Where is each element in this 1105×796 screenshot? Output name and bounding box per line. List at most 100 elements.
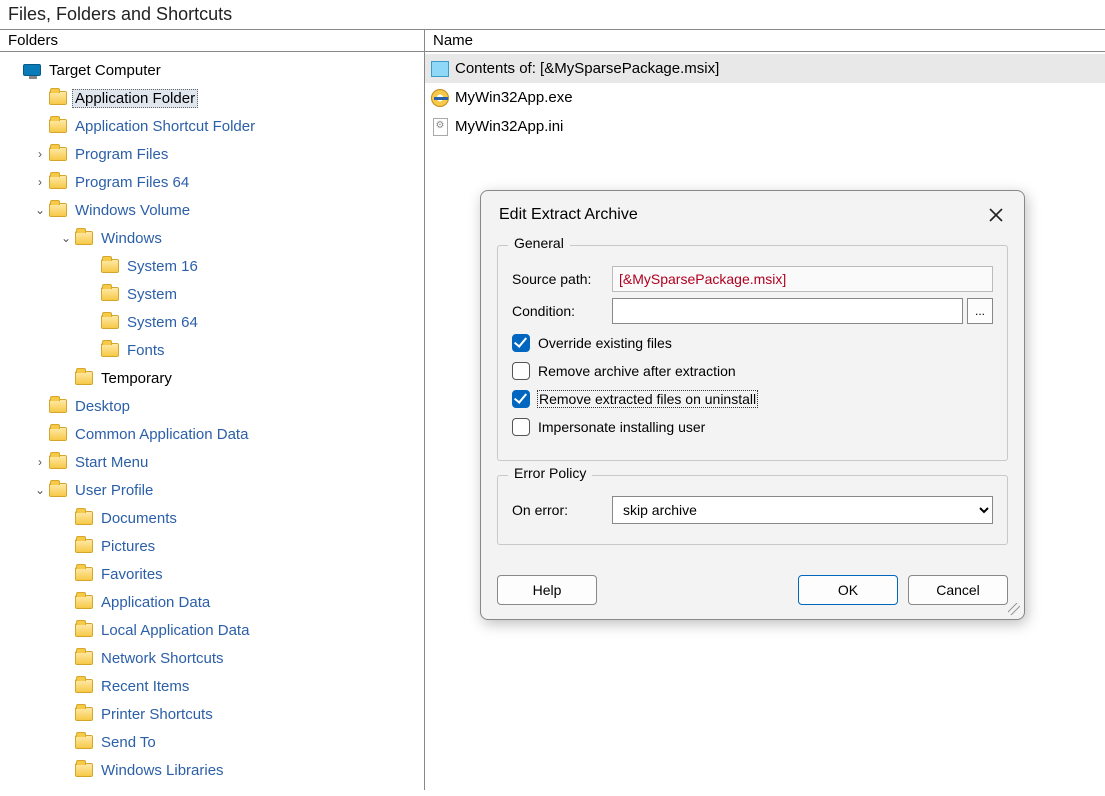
condition-label: Condition:	[512, 303, 612, 319]
folder-icon	[100, 285, 120, 303]
tree-item[interactable]: ›Application Data	[0, 588, 424, 616]
chevron-right-icon[interactable]: ›	[32, 147, 48, 161]
file-item-label: Contents of: [&MySparsePackage.msix]	[455, 60, 719, 77]
tree-item[interactable]: ›Fonts	[0, 336, 424, 364]
tree-item-label: Windows	[98, 229, 165, 248]
tree-item-label: Program Files	[72, 145, 171, 164]
tree-item[interactable]: ›Local Application Data	[0, 616, 424, 644]
cancel-button[interactable]: Cancel	[908, 575, 1008, 605]
folder-icon	[74, 509, 94, 527]
tree-item-label: Documents	[98, 509, 180, 528]
tree-item[interactable]: ›Pictures	[0, 532, 424, 560]
folder-icon	[74, 565, 94, 583]
folder-icon	[48, 117, 68, 135]
source-path-input[interactable]	[612, 266, 993, 292]
tree-item[interactable]: ›System	[0, 280, 424, 308]
tree-item-label: Fonts	[124, 341, 168, 360]
window-title: Files, Folders and Shortcuts	[0, 0, 1105, 30]
folder-icon	[48, 481, 68, 499]
help-button[interactable]: Help	[497, 575, 597, 605]
folder-icon	[48, 425, 68, 443]
tree-item[interactable]: ⌄User Profile	[0, 476, 424, 504]
chevron-right-icon[interactable]: ›	[32, 455, 48, 469]
tree-item[interactable]: ›Recent Items	[0, 672, 424, 700]
tree-item[interactable]: ›Favorites	[0, 560, 424, 588]
tree-item[interactable]: ›Printer Shortcuts	[0, 700, 424, 728]
tree-item[interactable]: › Program Files	[0, 140, 424, 168]
tree-item-label: Application Shortcut Folder	[72, 117, 258, 136]
override-existing-label: Override existing files	[538, 335, 672, 351]
file-item[interactable]: MyWin32App.ini	[425, 112, 1105, 141]
tree-item[interactable]: › Program Files 64	[0, 168, 424, 196]
tree-item[interactable]: ⌄ Windows Volume	[0, 196, 424, 224]
tree-item-label: Favorites	[98, 565, 166, 584]
folder-icon	[48, 201, 68, 219]
exe-icon	[429, 88, 451, 108]
folder-icon	[74, 621, 94, 639]
file-list[interactable]: Contents of: [&MySparsePackage.msix] MyWi…	[425, 52, 1105, 143]
tree-item[interactable]: ›Send To	[0, 728, 424, 756]
tree-item[interactable]: ›Common Application Data	[0, 420, 424, 448]
remove-archive-label: Remove archive after extraction	[538, 363, 736, 379]
tree-item-label: Printer Shortcuts	[98, 705, 216, 724]
tree-item-label: Network Shortcuts	[98, 649, 227, 668]
ok-button[interactable]: OK	[798, 575, 898, 605]
folder-icon	[74, 649, 94, 667]
tree-item-label: Program Files 64	[72, 173, 192, 192]
folder-icon	[48, 89, 68, 107]
tree-item-label: System 16	[124, 257, 201, 276]
file-item[interactable]: Contents of: [&MySparsePackage.msix]	[425, 54, 1105, 83]
resize-grip-icon[interactable]	[1008, 603, 1020, 615]
close-icon[interactable]	[982, 201, 1010, 229]
source-path-label: Source path:	[512, 271, 612, 287]
tree-item[interactable]: ›System 64	[0, 308, 424, 336]
condition-browse-button[interactable]: ...	[967, 298, 993, 324]
folder-icon	[100, 257, 120, 275]
impersonate-user-checkbox[interactable]	[512, 418, 530, 436]
tree-item[interactable]: ›Application Folder	[0, 84, 424, 112]
tree-item-label: Start Menu	[72, 453, 151, 472]
tree-item-label: Windows Libraries	[98, 761, 227, 780]
tree-item[interactable]: ›Windows Libraries	[0, 756, 424, 784]
tree-item-label: Common Application Data	[72, 425, 251, 444]
error-policy-group: Error Policy On error: skip archive	[497, 475, 1008, 545]
file-item-label: MyWin32App.exe	[455, 89, 573, 106]
dialog-title: Edit Extract Archive	[499, 206, 638, 224]
folder-tree[interactable]: ›Target Computer›Application Folder›Appl…	[0, 52, 424, 788]
chevron-down-icon[interactable]: ⌄	[58, 231, 74, 245]
folder-icon	[74, 677, 94, 695]
folder-icon	[48, 145, 68, 163]
tree-item-label: Recent Items	[98, 677, 192, 696]
tree-item-label: Application Data	[98, 593, 213, 612]
remove-on-uninstall-label: Remove extracted files on uninstall	[538, 391, 757, 407]
tree-item[interactable]: › Start Menu	[0, 448, 424, 476]
tree-item[interactable]: ›System 16	[0, 252, 424, 280]
tree-item[interactable]: ›Documents	[0, 504, 424, 532]
tree-item[interactable]: ›Application Shortcut Folder	[0, 112, 424, 140]
tree-item[interactable]: ›Network Shortcuts	[0, 644, 424, 672]
tree-item[interactable]: ⌄ Windows	[0, 224, 424, 252]
file-item[interactable]: MyWin32App.exe	[425, 83, 1105, 112]
ini-icon	[429, 117, 451, 137]
on-error-label: On error:	[512, 502, 612, 518]
name-header: Name	[425, 30, 1105, 52]
error-policy-group-title: Error Policy	[508, 465, 592, 481]
tree-item-label: System 64	[124, 313, 201, 332]
folder-icon	[74, 229, 94, 247]
condition-input[interactable]	[612, 298, 963, 324]
general-group: General Source path: Condition: ... Over…	[497, 245, 1008, 461]
tree-item-label: Local Application Data	[98, 621, 252, 640]
remove-on-uninstall-checkbox[interactable]	[512, 390, 530, 408]
on-error-select[interactable]: skip archive	[612, 496, 993, 524]
tree-item[interactable]: ›Target Computer	[0, 56, 424, 84]
override-existing-checkbox[interactable]	[512, 334, 530, 352]
chevron-right-icon[interactable]: ›	[32, 175, 48, 189]
chevron-down-icon[interactable]: ⌄	[32, 483, 48, 497]
folder-icon	[48, 397, 68, 415]
tree-item[interactable]: ›Desktop	[0, 392, 424, 420]
chevron-down-icon[interactable]: ⌄	[32, 203, 48, 217]
folder-icon	[74, 369, 94, 387]
remove-archive-checkbox[interactable]	[512, 362, 530, 380]
tree-item[interactable]: ›Temporary	[0, 364, 424, 392]
tree-item-label: Windows Volume	[72, 201, 193, 220]
